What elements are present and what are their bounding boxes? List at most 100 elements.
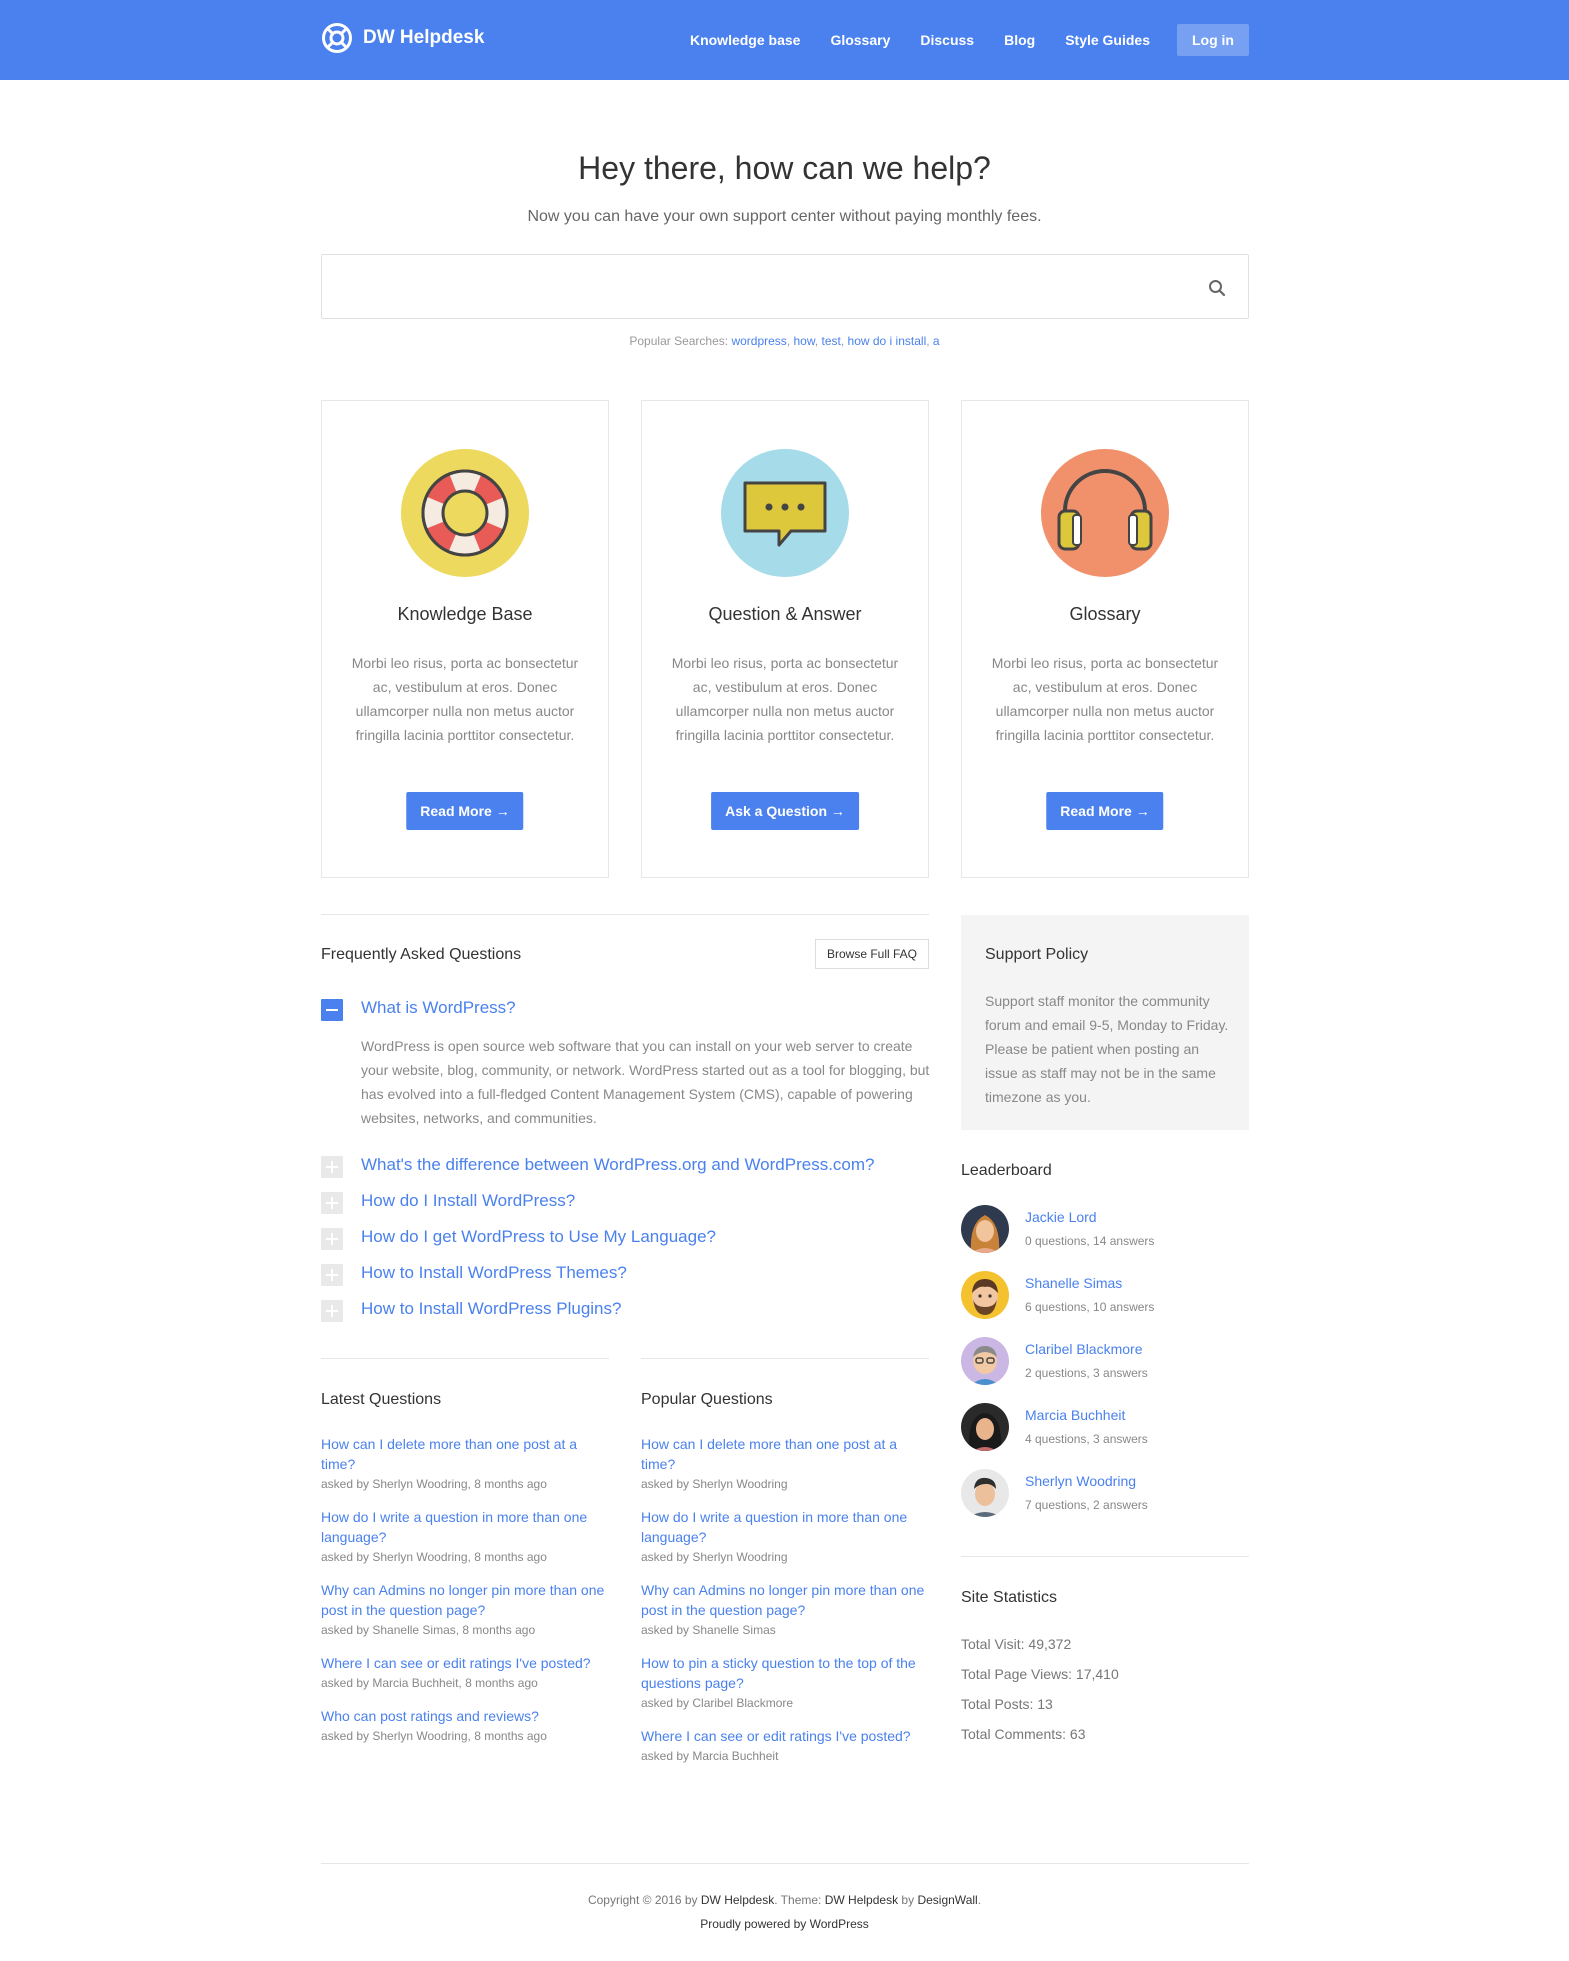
nav-glossary[interactable]: Glossary — [830, 24, 890, 56]
brand-name: DW Helpdesk — [363, 27, 485, 48]
nav-discuss[interactable]: Discuss — [920, 24, 974, 56]
read-more-button[interactable]: Read More → — [406, 792, 524, 830]
footer-powered: Proudly powered by WordPress — [0, 1917, 1569, 1931]
lifebuoy-logo-icon — [322, 23, 352, 53]
popular-keyword[interactable]: a — [933, 334, 940, 348]
faq-question[interactable]: How do I Install WordPress? — [361, 1191, 575, 1211]
wordpress-link[interactable]: Proudly powered by WordPress — [700, 1917, 869, 1931]
leaderboard-user: Shanelle Simas 6 questions, 10 answers — [961, 1271, 1154, 1319]
question-link[interactable]: How can I delete more than one post at a… — [321, 1434, 611, 1474]
question-link[interactable]: Why can Admins no longer pin more than o… — [321, 1580, 611, 1620]
question-link[interactable]: How do I write a question in more than o… — [321, 1507, 611, 1547]
user-name[interactable]: Claribel Blackmore — [1025, 1339, 1148, 1359]
faq-question[interactable]: How to Install WordPress Themes? — [361, 1263, 627, 1283]
expand-icon[interactable] — [321, 1264, 343, 1286]
popular-keyword[interactable]: how do i install — [848, 334, 927, 348]
brand-logo[interactable]: DW Helpdesk — [321, 22, 484, 54]
nav-style-guides[interactable]: Style Guides — [1065, 24, 1150, 56]
list-item: How can I delete more than one post at a… — [641, 1434, 931, 1494]
list-item: Why can Admins no longer pin more than o… — [641, 1580, 931, 1640]
avatar[interactable] — [961, 1271, 1009, 1319]
lifebuoy-icon — [401, 449, 529, 577]
user-name[interactable]: Jackie Lord — [1025, 1207, 1154, 1227]
user-stats: 7 questions, 2 answers — [1025, 1498, 1148, 1512]
main-nav: Knowledge base Glossary Discuss Blog Sty… — [660, 24, 1249, 56]
avatar[interactable] — [961, 1469, 1009, 1517]
question-link[interactable]: Where I can see or edit ratings I've pos… — [641, 1726, 931, 1746]
faq-question[interactable]: What is WordPress? — [361, 998, 516, 1018]
avatar[interactable] — [961, 1337, 1009, 1385]
question-link[interactable]: Where I can see or edit ratings I've pos… — [321, 1653, 611, 1673]
list-item: Where I can see or edit ratings I've pos… — [641, 1726, 931, 1766]
divider — [321, 914, 929, 915]
footer-text: . — [977, 1893, 982, 1907]
stat-total-comments: Total Comments: 63 — [961, 1726, 1086, 1742]
footer-designwall-link[interactable]: DesignWall — [917, 1893, 977, 1907]
question-link[interactable]: How do I write a question in more than o… — [641, 1507, 931, 1547]
question-link[interactable]: Why can Admins no longer pin more than o… — [641, 1580, 931, 1620]
expand-icon[interactable] — [321, 1300, 343, 1322]
popular-searches: Popular Searches: wordpress, how, test, … — [629, 334, 940, 348]
search-icon[interactable] — [1208, 279, 1226, 297]
stat-total-visit: Total Visit: 49,372 — [961, 1636, 1072, 1652]
user-name[interactable]: Sherlyn Woodring — [1025, 1471, 1148, 1491]
list-item: How can I delete more than one post at a… — [321, 1434, 611, 1494]
card-knowledge-base: Knowledge Base Morbi leo risus, porta ac… — [321, 400, 609, 878]
faq-question[interactable]: What's the difference between WordPress.… — [361, 1155, 875, 1175]
question-link[interactable]: Who can post ratings and reviews? — [321, 1706, 611, 1726]
question-meta: asked by Shanelle Simas, 8 months ago — [321, 1623, 536, 1637]
expand-icon[interactable] — [321, 1228, 343, 1250]
list-item: How to pin a sticky question to the top … — [641, 1653, 931, 1713]
leaderboard-user: Sherlyn Woodring 7 questions, 2 answers — [961, 1469, 1148, 1517]
user-name[interactable]: Shanelle Simas — [1025, 1273, 1154, 1293]
footer-text: Copyright © 2016 by — [587, 1893, 698, 1907]
policy-text: Support staff monitor the community foru… — [985, 993, 1229, 1105]
popular-keyword[interactable]: wordpress — [731, 334, 786, 348]
footer-text: by — [901, 1893, 915, 1907]
faq-question[interactable]: How do I get WordPress to Use My Languag… — [361, 1227, 716, 1247]
list-item: How do I write a question in more than o… — [641, 1507, 931, 1567]
footer-site-link[interactable]: DW Helpdesk — [701, 1893, 774, 1907]
stat-page-views: Total Page Views: 17,410 — [961, 1666, 1119, 1682]
question-link[interactable]: How can I delete more than one post at a… — [641, 1434, 931, 1474]
divider — [961, 1556, 1249, 1557]
question-meta: asked by Marcia Buchheit, 8 months ago — [321, 1676, 538, 1690]
divider — [641, 1358, 929, 1359]
nav-knowledge-base[interactable]: Knowledge base — [690, 24, 800, 56]
popular-keyword[interactable]: test — [822, 334, 841, 348]
card-text: Morbi leo risus, porta ac bonsectetur ac… — [991, 655, 1219, 743]
divider — [321, 1358, 609, 1359]
collapse-icon[interactable] — [321, 999, 343, 1021]
read-more-button[interactable]: Read More → — [1046, 792, 1164, 830]
list-item: Who can post ratings and reviews? asked b… — [321, 1706, 611, 1746]
site-statistics-title: Site Statistics — [961, 1589, 1058, 1606]
divider — [321, 1863, 1249, 1864]
card-text: Morbi leo risus, porta ac bonsectetur ac… — [351, 655, 579, 743]
expand-icon[interactable] — [321, 1156, 343, 1178]
faq-title: Frequently Asked Questions — [321, 946, 522, 963]
footer-theme-link[interactable]: DW Helpdesk — [825, 1893, 898, 1907]
card-text: Morbi leo risus, porta ac bonsectetur ac… — [671, 655, 899, 743]
list-item: Why can Admins no longer pin more than o… — [321, 1580, 611, 1640]
list-item: Where I can see or edit ratings I've pos… — [321, 1653, 611, 1693]
popular-keyword[interactable]: how — [793, 334, 814, 348]
nav-blog[interactable]: Blog — [1004, 24, 1035, 56]
leaderboard-user: Claribel Blackmore 2 questions, 3 answers — [961, 1337, 1148, 1385]
faq-question[interactable]: How to Install WordPress Plugins? — [361, 1299, 621, 1319]
footer-copyright: Copyright © 2016 by DW Helpdesk. Theme: … — [0, 1893, 1569, 1907]
latest-questions-title: Latest Questions — [321, 1391, 442, 1408]
question-meta: asked by Claribel Blackmore — [641, 1696, 794, 1710]
avatar[interactable] — [961, 1205, 1009, 1253]
browse-faq-button[interactable]: Browse Full FAQ — [815, 939, 929, 969]
user-name[interactable]: Marcia Buchheit — [1025, 1405, 1148, 1425]
footer-text: . Theme: — [774, 1893, 822, 1907]
expand-icon[interactable] — [321, 1192, 343, 1214]
question-meta: asked by Sherlyn Woodring, 8 months ago — [321, 1729, 547, 1743]
login-button[interactable]: Log in — [1177, 24, 1249, 56]
ask-question-button[interactable]: Ask a Question → — [711, 792, 859, 830]
question-link[interactable]: How to pin a sticky question to the top … — [641, 1653, 931, 1693]
card-question-answer: Question & Answer Morbi leo risus, porta… — [641, 400, 929, 878]
leaderboard-user: Jackie Lord 0 questions, 14 answers — [961, 1205, 1154, 1253]
search-input[interactable] — [322, 255, 1182, 316]
avatar[interactable] — [961, 1403, 1009, 1451]
